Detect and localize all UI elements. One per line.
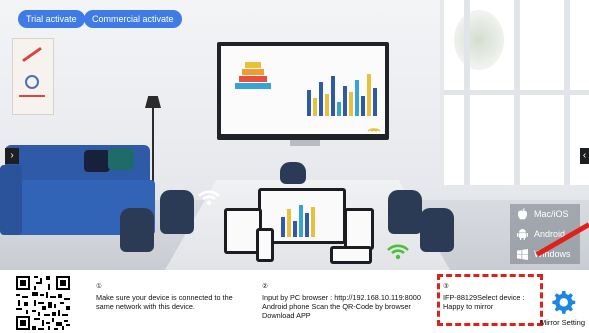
chair [388,190,422,234]
download-qr-code [14,274,72,332]
right-nav-arrow[interactable]: ‹ [580,148,589,164]
tablet-device-image [344,208,374,250]
painting-stroke [22,46,42,63]
pillow [84,150,110,172]
pillow [108,148,134,170]
window-tree-image [454,10,504,70]
android-icon [516,228,528,240]
device-name-highlight [437,274,543,326]
pyramid-graphic [235,62,271,96]
step-number: ② [262,283,268,290]
platform-label: Mac/iOS [534,209,569,219]
chair [120,208,154,252]
step-text: Input by PC browser : http://192.168.10.… [262,293,421,320]
step-text: Make sure your device is connected to th… [96,293,233,311]
wall-wifi-icon [367,128,381,132]
gear-icon[interactable] [552,290,576,314]
apple-icon [516,208,528,220]
wall-display-screen [221,46,385,134]
screen-mirror-app: Trial activate Commercial activate › ‹ M… [0,0,589,333]
commercial-activate-button[interactable]: Commercial activate [84,10,182,28]
wall-display-image [217,42,389,140]
chair [420,208,454,252]
window-mullion [444,90,589,95]
wall-chart-graphic [307,66,377,116]
phone-device-image [256,228,274,262]
tablet-landscape-device-image [330,246,372,264]
windows-icon [516,248,528,260]
trial-activate-button[interactable]: Trial activate [18,10,85,28]
wall-painting [12,38,54,115]
chair [160,190,194,234]
painting-stroke [25,75,39,89]
wifi-icon [387,244,409,260]
instruction-step-1: ① Make sure your device is connected to … [96,282,246,311]
wall-display-stand [290,140,320,146]
left-nav-arrow[interactable]: › [5,148,19,164]
background-window [440,0,589,185]
instruction-step-2: ② Input by PC browser : http://192.168.1… [262,282,432,320]
sofa-arm [0,165,22,235]
wifi-icon [198,190,220,206]
painting-stroke [19,95,45,97]
chair [280,162,306,184]
platform-item-mac[interactable]: Mac/iOS [510,204,580,224]
step-number: ① [96,283,102,290]
mirror-setting-label[interactable]: Mirror Setting [540,318,585,327]
